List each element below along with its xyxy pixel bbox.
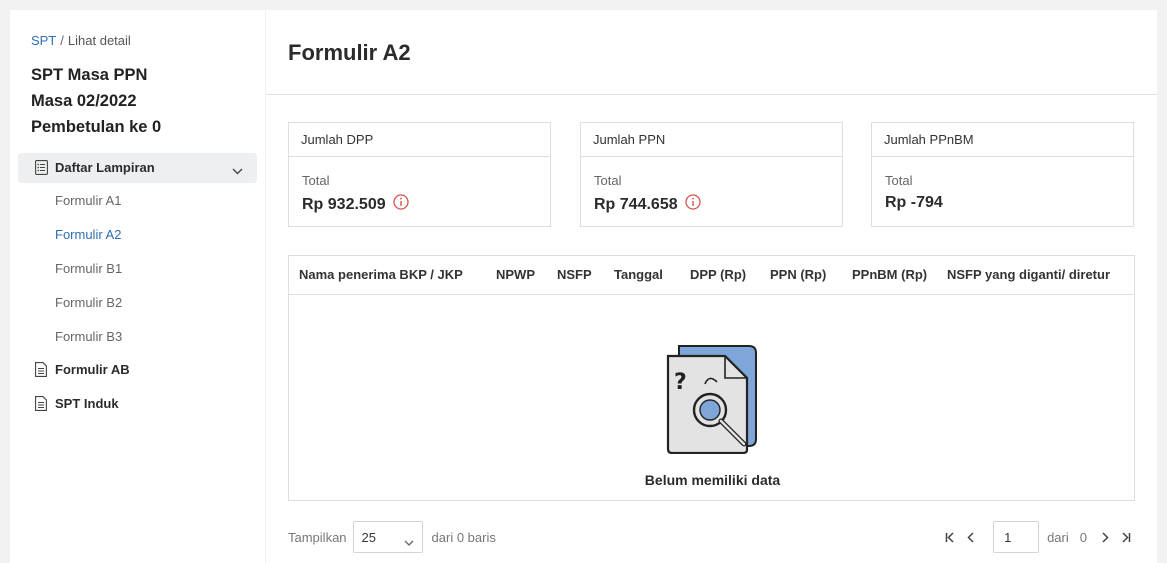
card-label: Total: [594, 173, 622, 188]
breadcrumb-current: Lihat detail: [67, 33, 131, 48]
card-value-row: Rp 744.658: [594, 194, 701, 215]
column-header-tanggal[interactable]: Tanggal: [614, 267, 663, 282]
nav-group-label: Daftar Lampiran: [55, 160, 155, 175]
first-page-icon[interactable]: [941, 527, 961, 547]
spt-revision-line: Pembetulan ke 0: [31, 118, 162, 136]
document-icon: [35, 396, 47, 416]
next-page-icon[interactable]: [1095, 527, 1115, 547]
sidebar-item-formulir-b2[interactable]: Formulir B2: [55, 295, 122, 310]
empty-state-text: Belum memiliki data: [644, 472, 781, 488]
card-value: Rp 932.509: [302, 195, 386, 213]
summary-card-dpp: Jumlah DPP Total Rp 932.509: [288, 122, 551, 227]
column-header-nsfp-diganti[interactable]: NSFP yang diganti/ diretur: [947, 267, 1110, 282]
card-value: Rp -794: [885, 194, 943, 211]
summary-card-ppn: Jumlah PPN Total Rp 744.658: [580, 122, 843, 227]
info-icon[interactable]: [684, 194, 701, 215]
last-page-icon[interactable]: [1115, 527, 1135, 547]
spt-title-line: SPT Masa PPN: [31, 66, 148, 84]
page-header: Formulir A2: [266, 10, 1157, 95]
column-header-nama-penerima[interactable]: Nama penerima BKP / JKP: [299, 267, 463, 282]
table-header: Nama penerima BKP / JKP NPWP NSFP Tangga…: [289, 256, 1134, 295]
card-value-row: Rp -794: [885, 194, 943, 212]
card-label: Total: [885, 173, 913, 188]
sidebar-item-formulir-a2[interactable]: Formulir A2: [55, 227, 121, 242]
svg-text:?: ?: [674, 370, 687, 395]
chevron-down-icon: [404, 534, 414, 549]
card-value-row: Rp 932.509: [302, 194, 409, 215]
previous-page-icon[interactable]: [961, 527, 981, 547]
page-size-value: 25: [361, 530, 376, 545]
of-label: dari: [1047, 529, 1069, 545]
summary-card-ppnbm: Jumlah PPnBM Total Rp -794: [871, 122, 1134, 227]
column-header-npwp[interactable]: NPWP: [496, 267, 535, 282]
column-header-nsfp[interactable]: NSFP: [557, 267, 592, 282]
column-header-ppn[interactable]: PPN (Rp): [770, 267, 826, 282]
breadcrumb-link-spt[interactable]: SPT: [31, 33, 56, 48]
breadcrumb-separator: /: [60, 33, 64, 48]
sidebar-item-formulir-b1[interactable]: Formulir B1: [55, 261, 122, 276]
main-panel: Formulir A2 Jumlah DPP Total Rp 932.509 …: [266, 10, 1157, 563]
page-size-select[interactable]: 25: [352, 521, 423, 553]
chevron-down-icon: [232, 162, 243, 180]
sidebar-item-label: SPT Induk: [55, 396, 119, 411]
document-list-icon: [35, 160, 48, 180]
spt-title: SPT Masa PPN Masa 02/2022 Pembetulan ke …: [31, 62, 251, 140]
empty-document-search-icon: ?: [661, 344, 761, 459]
sidebar-item-label: Formulir AB: [55, 362, 130, 377]
data-table: Nama penerima BKP / JKP NPWP NSFP Tangga…: [288, 255, 1135, 501]
card-value: Rp 744.658: [594, 195, 678, 213]
rows-count-text: dari 0 baris: [431, 529, 496, 545]
breadcrumb: SPT / Lihat detail: [31, 33, 131, 48]
page-size-control: Tampilkan 25 dari 0 baris: [288, 521, 496, 553]
total-pages: 0: [1079, 529, 1087, 545]
card-header: Jumlah PPN: [581, 123, 842, 157]
sidebar-item-formulir-a1[interactable]: Formulir A1: [55, 193, 121, 208]
page-number-input[interactable]: 1: [993, 521, 1040, 553]
show-label: Tampilkan: [288, 529, 347, 545]
card-header: Jumlah PPnBM: [872, 123, 1133, 157]
column-header-dpp[interactable]: DPP (Rp): [690, 267, 746, 282]
document-icon: [35, 362, 47, 382]
card-header: Jumlah DPP: [289, 123, 550, 157]
page-title: Formulir A2: [288, 40, 411, 65]
sidebar-item-formulir-b3[interactable]: Formulir B3: [55, 329, 122, 344]
spt-period-line: Masa 02/2022: [31, 92, 137, 110]
pagination: 1 dari 0: [941, 521, 1135, 553]
column-header-ppnbm[interactable]: PPnBM (Rp): [852, 267, 927, 282]
info-icon[interactable]: [392, 194, 409, 215]
nav-group-daftar-lampiran[interactable]: Daftar Lampiran: [18, 153, 257, 183]
card-label: Total: [302, 173, 330, 188]
sidebar: SPT / Lihat detail SPT Masa PPN Masa 02/20…: [10, 10, 265, 563]
